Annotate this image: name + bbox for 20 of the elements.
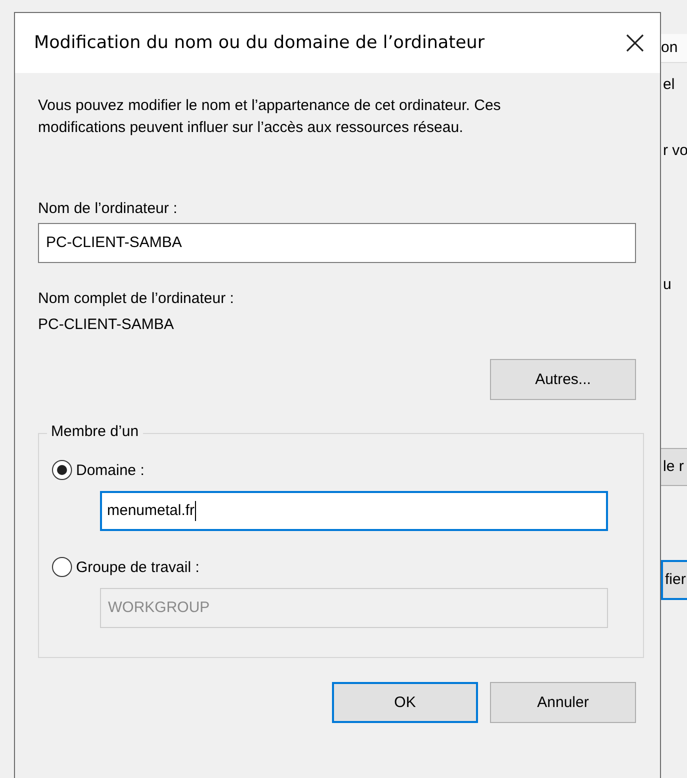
window-title: Modification du nom ou du domaine de l’ordinateur xyxy=(34,33,485,53)
partial-text: fier xyxy=(661,560,687,600)
partial-text: u xyxy=(663,276,672,293)
text-cursor xyxy=(194,501,196,522)
radio-button[interactable] xyxy=(52,460,72,480)
input-field[interactable]: PC-CLIENT-SAMBA xyxy=(38,223,636,263)
input-field[interactable]: menumetal.fr xyxy=(100,491,608,531)
cancel-button[interactable]: Annuler xyxy=(490,682,636,723)
field-label: Nom complet de l’ordinateur : xyxy=(38,290,235,307)
full-name-text: PC-CLIENT-SAMBA xyxy=(38,316,175,333)
partial-text: le r xyxy=(661,448,687,486)
description-text: Vous pouvez modifier le nom et l’appartenance de cet ordinateur. Ces modifications peuvent influer sur l’accès aux ressources réseau. xyxy=(38,96,502,138)
field-label: Nom de l’ordinateur : xyxy=(38,200,178,217)
radio-label[interactable]: Domaine : xyxy=(76,462,144,478)
close-icon[interactable] xyxy=(626,34,644,52)
ok-button[interactable]: OK xyxy=(332,682,478,723)
partial-text: el xyxy=(663,75,675,95)
partial-text: on xyxy=(661,34,687,63)
partial-text: r vo xyxy=(663,142,687,159)
more-button[interactable]: Autres... xyxy=(490,359,636,400)
